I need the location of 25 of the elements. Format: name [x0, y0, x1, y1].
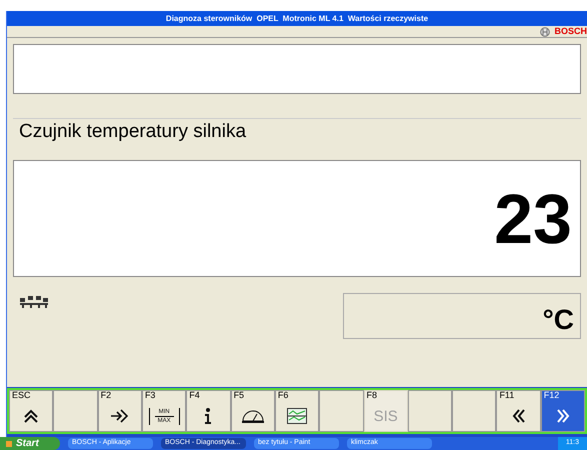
function-key[interactable]: F12: [540, 390, 586, 432]
function-key[interactable]: F5: [230, 390, 275, 432]
function-key[interactable]: [319, 390, 364, 432]
double-chevron-up-icon: [23, 409, 40, 423]
double-chevron-left-icon: [512, 408, 526, 424]
info-icon: [204, 408, 212, 424]
brand-name: BOSCH: [554, 24, 587, 38]
window-title: Diagnoza sterowników OPEL Motronic ML 4.1 Wartości rzeczywiste: [7, 11, 587, 26]
function-key[interactable]: [408, 390, 452, 432]
gauge-icon: [240, 409, 265, 423]
function-key[interactable]: F4: [186, 390, 231, 432]
function-key[interactable]: F2: [98, 390, 142, 432]
value-display: 23: [13, 160, 581, 277]
bosch-logo-icon: [540, 26, 550, 36]
function-key[interactable]: ESC: [9, 390, 54, 432]
enter-arrow-icon: [110, 408, 130, 424]
function-key[interactable]: [452, 390, 496, 432]
start-button[interactable]: Start: [0, 437, 60, 450]
function-key[interactable]: F11: [496, 390, 541, 432]
unit-display: °C: [343, 293, 581, 339]
connector-icon: [19, 296, 49, 308]
function-key[interactable]: F6: [274, 390, 320, 432]
function-key[interactable]: [53, 390, 98, 432]
graph-icon: [287, 408, 308, 424]
double-chevron-right-icon: [556, 408, 570, 424]
